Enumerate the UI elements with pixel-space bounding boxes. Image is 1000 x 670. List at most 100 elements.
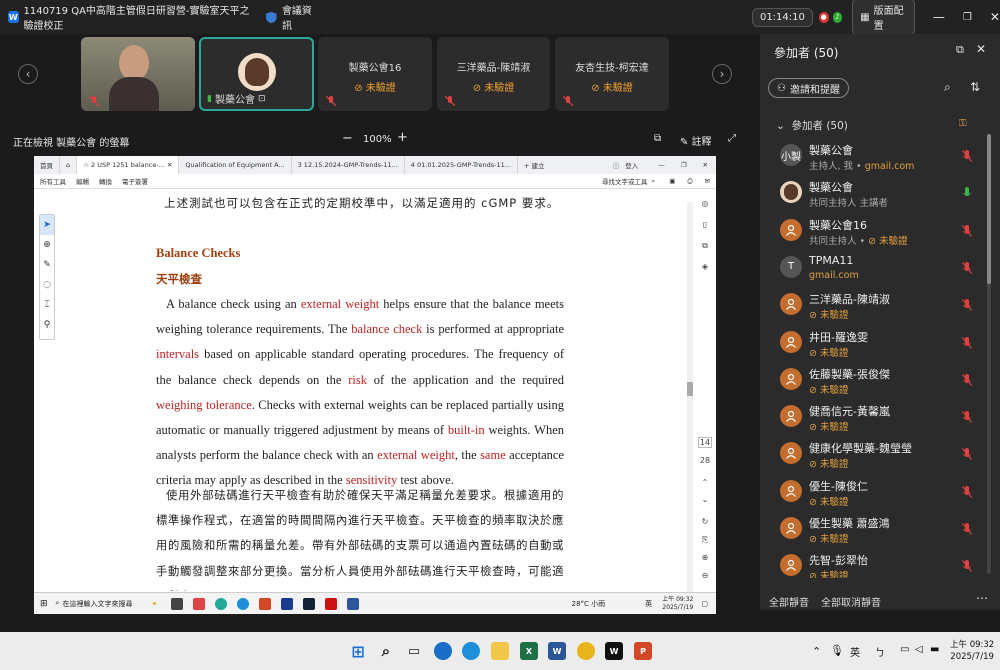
- participant-row[interactable]: 先智-彭翠怡 ⊘ 未驗證: [760, 548, 984, 578]
- strip-next-button[interactable]: ›: [712, 64, 732, 84]
- annotate-button[interactable]: ✎ 註釋: [680, 133, 712, 148]
- tab-gmp-trends-3[interactable]: 3 12.15.2024-GMP-Trends-11...: [292, 156, 405, 174]
- participant-row[interactable]: 小製 製藥公會 主持人, 我 • gmail.com: [760, 138, 984, 175]
- participant-row[interactable]: 優生製藥 蕭盛鴻 ⊘ 未驗證: [760, 511, 984, 548]
- tab-gmp-trends-4[interactable]: 4 01.01.2025-GMP-Trends-11...: [405, 156, 518, 174]
- taskbar-search[interactable]: ⌕ 在這裡輸入文字來搜尋: [56, 599, 148, 609]
- participant-row[interactable]: 三洋藥品-陳靖淑 ⊘ 未驗證: [760, 287, 984, 324]
- ime-mode-icon[interactable]: ㄅ: [875, 644, 885, 659]
- search-icon[interactable]: ⌕: [377, 642, 395, 660]
- popout-panel-icon[interactable]: ⧉: [956, 43, 964, 57]
- video-tile-host[interactable]: ▮ 製藥公會 ⊡: [199, 37, 314, 111]
- comment-icon[interactable]: ◎: [694, 199, 716, 208]
- chrome-icon[interactable]: [215, 597, 228, 610]
- minimize-button[interactable]: —: [933, 10, 945, 24]
- ime-indicator[interactable]: 英: [645, 599, 652, 609]
- lock-icon[interactable]: ⚿: [959, 118, 967, 129]
- powerpoint-icon[interactable]: [259, 597, 272, 610]
- text-tool-icon[interactable]: ⌶: [40, 295, 54, 315]
- mic-muted-icon[interactable]: [962, 224, 972, 237]
- pages-icon[interactable]: ⧉: [694, 241, 716, 251]
- participant-row[interactable]: 優生-陳俊仁 ⊘ 未驗證: [760, 474, 984, 511]
- participant-row[interactable]: 健喬信元-黃馨嵐 ⊘ 未驗證: [760, 399, 984, 436]
- mic-muted-icon[interactable]: [962, 261, 972, 274]
- login-button[interactable]: 登入: [625, 160, 638, 170]
- powerpoint-icon[interactable]: P: [634, 642, 652, 660]
- video-tile-participant[interactable]: 製藥公會16 ⊘ 未驗證: [318, 37, 432, 111]
- bookmark-icon[interactable]: ▯: [694, 220, 716, 229]
- meeting-info-link[interactable]: 會議資訊: [282, 2, 317, 32]
- new-tab-button[interactable]: + 建立: [518, 156, 551, 174]
- mic-muted-icon[interactable]: [962, 560, 972, 573]
- network-icon[interactable]: ▭: [900, 644, 909, 655]
- close-button[interactable]: ✕: [990, 10, 1000, 24]
- search-icon[interactable]: ⌕: [652, 177, 656, 186]
- battery-icon[interactable]: ▬: [930, 644, 939, 655]
- doc-scrollbar[interactable]: [687, 202, 693, 594]
- tab-usp-1251[interactable]: ☆ 2 USP 1251 balance-... ✕: [77, 156, 180, 174]
- zoom-tool-icon[interactable]: ⊕: [40, 235, 54, 255]
- layers-icon[interactable]: ◈: [694, 262, 716, 271]
- excel-icon[interactable]: X: [520, 642, 538, 660]
- more-options-icon[interactable]: ⋯: [976, 591, 988, 605]
- layout-button[interactable]: ▦ 版面配置: [852, 0, 915, 36]
- shield-icon[interactable]: [266, 11, 277, 24]
- acrobat-restore[interactable]: ❐: [681, 161, 687, 169]
- mic-muted-icon[interactable]: [962, 448, 972, 461]
- volume-icon[interactable]: ◁: [915, 644, 923, 655]
- unmute-all-button[interactable]: 全部取消靜音: [821, 594, 881, 609]
- menu-esign[interactable]: 電子簽署: [122, 176, 148, 186]
- save-page-icon[interactable]: ⎘: [694, 535, 716, 545]
- page-up-icon[interactable]: ⌃: [694, 478, 716, 487]
- mute-all-button[interactable]: 全部靜音: [769, 594, 809, 609]
- video-tile-participant[interactable]: 三洋藥品-陳靖淑 ⊘ 未驗證: [437, 37, 550, 111]
- start-icon[interactable]: ⊞: [40, 599, 48, 609]
- mic-muted-icon[interactable]: [962, 150, 972, 162]
- file-explorer-icon[interactable]: [491, 642, 509, 660]
- stamp-tool-icon[interactable]: ⚲: [40, 315, 54, 335]
- rotate-icon[interactable]: ↻: [694, 517, 716, 526]
- notification-icon[interactable]: ▢: [701, 600, 708, 608]
- tab-home-icon[interactable]: ⌂: [60, 156, 78, 174]
- acrobat-minimize[interactable]: —: [658, 161, 665, 169]
- app-icon[interactable]: [281, 597, 294, 610]
- mic-on-icon[interactable]: [962, 187, 972, 199]
- tab-qualification[interactable]: Qualification of Equipment A...: [179, 156, 292, 174]
- tray-chevron-icon[interactable]: ⌃: [812, 645, 821, 658]
- help-icon[interactable]: ⓘ: [613, 160, 620, 170]
- video-tile-presenter[interactable]: [81, 37, 195, 111]
- pen-tool-icon[interactable]: ✎: [40, 255, 54, 275]
- ime-indicator[interactable]: 英: [850, 644, 860, 659]
- panel-scroll-thumb[interactable]: [987, 134, 991, 284]
- record-icon[interactable]: ●: [818, 11, 829, 23]
- zoom-out-button[interactable]: −: [342, 131, 353, 146]
- panel-scrollbar[interactable]: [987, 134, 991, 574]
- participant-row[interactable]: 健康化學製藥-魏瑩瑩 ⊘ 未驗證: [760, 436, 984, 473]
- mic-muted-icon[interactable]: [962, 373, 972, 386]
- close-panel-icon[interactable]: ✕: [976, 42, 986, 56]
- select-tool-icon[interactable]: ➤: [40, 215, 54, 235]
- audio-indicator-icon[interactable]: ♪: [832, 11, 843, 23]
- edge-icon[interactable]: [462, 642, 480, 660]
- mic-muted-icon[interactable]: [962, 336, 972, 349]
- webex-icon[interactable]: W: [605, 642, 623, 660]
- sort-icon[interactable]: ⇅: [970, 80, 980, 94]
- search-icon[interactable]: ⌕: [944, 80, 951, 95]
- mic-muted-icon[interactable]: [962, 411, 972, 423]
- page-down-icon[interactable]: ⌄: [694, 495, 716, 504]
- mic-muted-icon[interactable]: [962, 485, 972, 498]
- task-view-icon[interactable]: ▭: [405, 642, 423, 660]
- participant-row[interactable]: 製藥公會 共同主持人 主講者: [760, 175, 984, 212]
- fullscreen-icon[interactable]: ⤢: [728, 133, 736, 144]
- print-icon[interactable]: ⎙: [687, 177, 692, 186]
- save-icon[interactable]: ▣: [669, 177, 675, 185]
- section-header[interactable]: ⌄ 參加者 (50): [776, 118, 848, 133]
- tab-home[interactable]: 首頁: [34, 156, 60, 174]
- menu-convert[interactable]: 轉換: [99, 176, 112, 186]
- menu-all-tools[interactable]: 所有工具: [40, 176, 66, 186]
- app-icon[interactable]: [171, 597, 184, 610]
- clock[interactable]: 上午 09:32 2025/7/19: [950, 639, 994, 663]
- video-tile-participant[interactable]: 友杏生技-柯宏達 ⊘ 未驗證: [555, 37, 669, 111]
- chrome-icon[interactable]: [577, 642, 595, 660]
- mic-muted-icon[interactable]: [962, 299, 972, 312]
